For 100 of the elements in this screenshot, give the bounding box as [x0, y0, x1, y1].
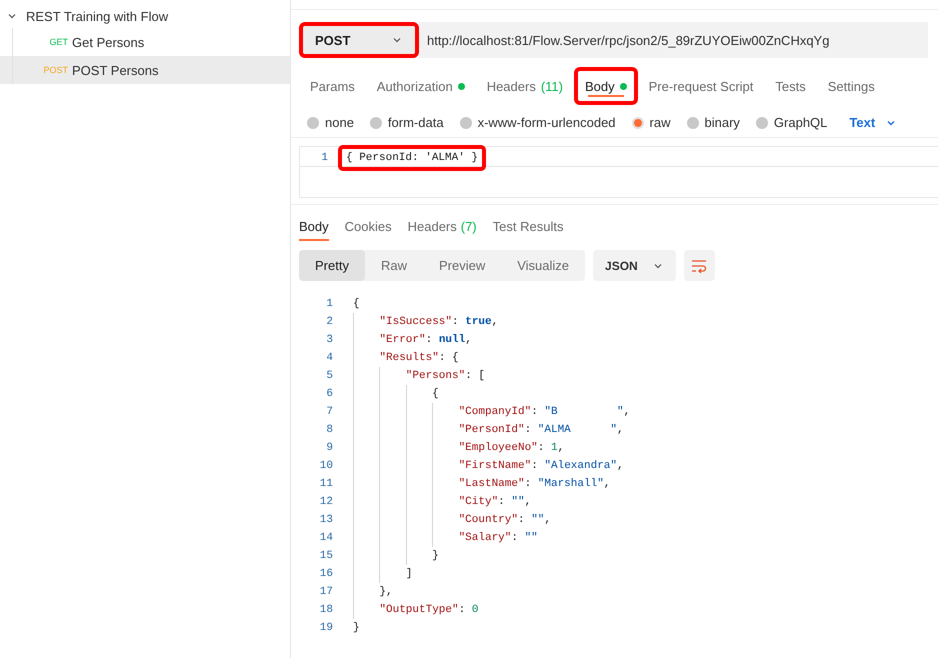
code-token: : — [452, 316, 460, 328]
format-dropdown[interactable]: JSON — [593, 250, 676, 281]
code-token: "EmployeeNo" — [458, 442, 538, 454]
body-type-radio[interactable]: binary — [686, 115, 740, 130]
code-token: : [ — [465, 370, 486, 382]
language-dropdown[interactable]: Text — [843, 114, 904, 131]
request-item[interactable]: GET Get Persons — [0, 28, 290, 56]
code-token: : — [518, 514, 526, 526]
request-name: POST Persons — [72, 62, 158, 78]
code-token: : — [531, 460, 539, 472]
body-type-radio[interactable]: form-data — [370, 115, 444, 130]
line-number: 18 — [318, 604, 334, 616]
method-tag: GET — [40, 37, 68, 47]
request-tab[interactable]: Authorization — [366, 67, 476, 105]
body-type-radio[interactable]: none — [307, 115, 354, 130]
request-tab[interactable]: Headers (11) — [476, 67, 574, 105]
line-number: 1 — [325, 298, 334, 310]
collection-name[interactable]: REST Training with Flow — [26, 8, 168, 24]
wrap-button[interactable] — [684, 250, 715, 281]
method-dropdown[interactable]: POST — [299, 22, 419, 58]
code-token: "PersonId" — [458, 424, 525, 436]
line-number: 10 — [318, 460, 334, 472]
radio-dot[interactable] — [370, 116, 382, 128]
view-tab[interactable]: Pretty — [299, 250, 365, 281]
code-token: , — [604, 478, 610, 490]
code-token: : — [498, 496, 506, 508]
code-token: "Country" — [458, 514, 518, 526]
request-tab[interactable]: Tests — [764, 67, 817, 105]
radio-dot[interactable] — [460, 116, 472, 128]
line-number: 9 — [325, 442, 334, 454]
code-token: true — [465, 316, 492, 328]
code-token: , — [558, 442, 564, 454]
line-number: 17 — [318, 586, 334, 598]
code-token: { — [432, 388, 439, 400]
body-type-radio[interactable]: raw — [632, 115, 670, 130]
code-token: , — [465, 334, 472, 346]
code-token: "" — [524, 532, 538, 544]
code-token: , — [524, 496, 532, 508]
code-token: "B " — [544, 406, 624, 418]
radio-dot[interactable] — [632, 116, 644, 128]
code-token: : { — [438, 352, 459, 364]
code-token: : — [426, 334, 434, 346]
request-tab[interactable]: Pre-request Script — [638, 67, 764, 105]
code-token: "FirstName" — [458, 460, 532, 472]
response-tab[interactable]: Headers (7) — [408, 213, 477, 241]
code-token: "CompanyId" — [458, 406, 532, 418]
code-token: "IsSuccess" — [379, 316, 452, 328]
request-name: Get Persons — [72, 34, 144, 50]
response-tab[interactable]: Body — [299, 213, 329, 241]
body-type-radio[interactable]: x-www-form-urlencoded — [460, 115, 616, 130]
view-tab[interactable]: Raw — [364, 250, 423, 281]
line-number: 14 — [318, 532, 334, 544]
view-tab[interactable]: Visualize — [501, 250, 586, 281]
code-token: , — [624, 406, 630, 418]
code-token: }, — [379, 586, 393, 598]
response-tab[interactable]: Test Results — [492, 213, 564, 241]
code-token: "Marshall" — [538, 478, 604, 490]
code-token: ] — [406, 568, 412, 580]
code-token: 1 — [550, 442, 558, 454]
code-token: "City" — [458, 496, 498, 508]
code-token: } — [353, 622, 360, 634]
radio-dot[interactable] — [756, 116, 768, 128]
response-tab[interactable]: Cookies — [344, 213, 392, 241]
line-number: 5 — [325, 370, 334, 382]
code-token: "Salary" — [458, 532, 512, 544]
line-number: 11 — [318, 478, 334, 490]
view-tab[interactable]: Preview — [422, 250, 502, 281]
line-number: 6 — [325, 388, 334, 400]
line-number: 19 — [318, 622, 334, 634]
code-token: null — [438, 334, 466, 346]
line-number: 3 — [325, 334, 334, 346]
line-number: 13 — [318, 514, 334, 526]
line-number: 8 — [325, 424, 334, 436]
code-token: "Error" — [379, 334, 426, 346]
code-token: : — [511, 532, 519, 544]
line-number: 12 — [318, 496, 334, 508]
code-token: , — [492, 316, 498, 328]
code-token: 0 — [472, 604, 478, 616]
code-token: : — [524, 424, 532, 436]
code-token: : — [458, 604, 466, 616]
code-token: : — [524, 478, 532, 490]
body-type-radio[interactable]: GraphQL — [756, 115, 828, 130]
code-token: "LastName" — [458, 478, 525, 490]
line-number: 7 — [325, 406, 334, 418]
radio-dot[interactable] — [307, 116, 319, 128]
line-number: 16 — [318, 568, 334, 580]
code-token: : — [531, 406, 539, 418]
request-item[interactable]: POST POST Persons — [0, 56, 290, 84]
request-tab[interactable]: Body — [574, 67, 638, 105]
code-token: "Alexandra" — [544, 460, 618, 472]
code-token: "OutputType" — [379, 604, 459, 616]
request-tab[interactable]: Params — [299, 67, 366, 105]
code-token: "Persons" — [406, 370, 466, 382]
request-tab[interactable]: Settings — [816, 67, 886, 105]
url-field[interactable]: http://localhost:81/Flow.Server/rpc/json2/5_89rZUYOEiw00ZnCHxqYg — [419, 22, 928, 58]
radio-dot[interactable] — [686, 116, 698, 128]
body-editor[interactable]: 1 { PersonId: 'ALMA' } — [299, 146, 938, 198]
code-token: "" — [511, 496, 525, 508]
code-token: "Results" — [379, 352, 439, 364]
code-token: { — [353, 298, 360, 310]
